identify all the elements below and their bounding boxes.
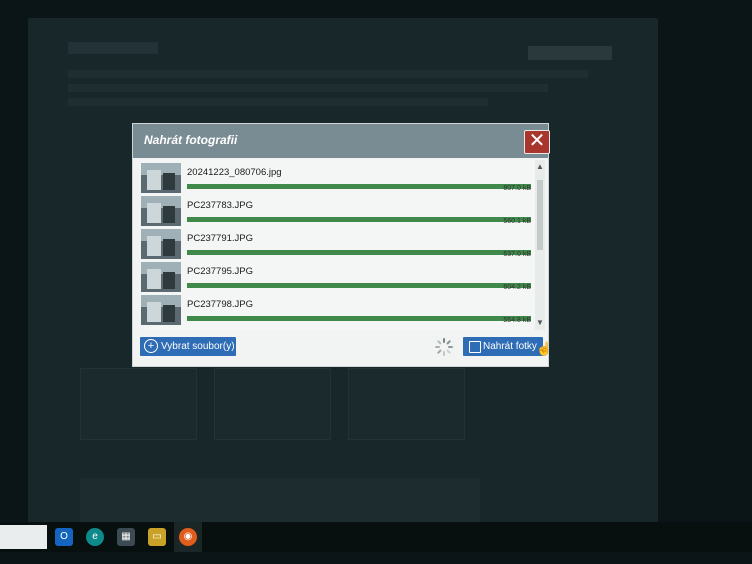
file-list[interactable]: 20241223_080706.jpg 807.0 kB PC237783.JP… [141,160,545,330]
upload-dialog: Nahrát fotografii ✕ 20241223_080706.jpg … [133,124,552,366]
file-thumbnail [141,196,181,226]
upload-progress-bar [187,184,531,189]
progress-fill [187,250,531,255]
file-thumbnail [141,295,181,325]
background-card [80,368,197,440]
file-size: 554.8 kB [503,317,531,324]
progress-fill [187,316,531,321]
progress-fill [187,217,531,222]
file-name: PC237795.JPG [187,266,254,277]
background-panel [80,478,480,528]
file-size: 604.2 kB [503,284,531,291]
upload-progress-bar [187,250,531,255]
edge-icon[interactable]: e [86,528,104,546]
dialog-header: Nahrát fotografii ✕ [133,124,550,158]
background-text-line [68,84,548,92]
taskbar-search-area[interactable] [0,525,47,549]
file-thumbnail [141,229,181,259]
background-text-line [68,70,588,78]
select-files-button[interactable]: + Vybrat soubor(y) [140,337,236,356]
background-card [214,368,331,440]
file-row: PC237791.JPG 637.0 kB [141,228,533,261]
file-row: PC237783.JPG 560.1 kB [141,195,533,228]
progress-fill [187,283,531,288]
dialog-footer: + Vybrat soubor(y) Nahrát fotky ☝ [133,334,552,364]
file-row: PC237798.JPG 554.8 kB [141,294,533,327]
progress-fill [187,184,531,189]
upload-progress-bar [187,283,531,288]
select-files-label: Vybrat soubor(y) [161,341,235,352]
close-icon: ✕ [528,130,546,152]
save-icon [469,341,481,353]
background-card [348,368,465,440]
close-button[interactable]: ✕ [524,130,550,154]
file-thumbnail [141,262,181,292]
file-size: 637.0 kB [503,251,531,258]
taskbar: O e ▦ ▭ ◉ [0,522,752,552]
outlook-icon[interactable]: O [55,528,73,546]
store-icon[interactable]: ▦ [117,528,135,546]
file-row: 20241223_080706.jpg 807.0 kB [141,162,533,195]
file-explorer-icon[interactable]: ▭ [148,528,166,546]
firefox-icon[interactable]: ◉ [179,528,197,546]
scroll-up-icon[interactable]: ▲ [536,162,544,171]
background-title-placeholder [68,42,158,54]
file-row: PC237795.JPG 604.2 kB [141,261,533,294]
dialog-title: Nahrát fotografii [144,133,238,147]
background-button-placeholder [528,46,612,60]
file-name: PC237783.JPG [187,200,254,211]
file-thumbnail [141,163,181,193]
scroll-down-icon[interactable]: ▼ [536,318,544,327]
hand-cursor-icon: ☝ [536,341,553,356]
upload-progress-bar [187,217,531,222]
loading-spinner-icon [435,338,453,356]
file-name: PC237791.JPG [187,233,254,244]
background-text-line [68,98,488,106]
scroll-thumb[interactable] [537,180,543,250]
file-size: 807.0 kB [503,185,531,192]
file-name: 20241223_080706.jpg [187,167,282,178]
upload-progress-bar [187,316,531,321]
upload-photos-button[interactable]: Nahrát fotky ☝ [463,337,552,356]
file-list-scrollbar[interactable]: ▲ ▼ [535,160,545,330]
file-name: PC237798.JPG [187,299,254,310]
file-size: 560.1 kB [503,218,531,225]
plus-circle-icon: + [144,339,158,353]
upload-photos-label: Nahrát fotky [483,341,537,352]
